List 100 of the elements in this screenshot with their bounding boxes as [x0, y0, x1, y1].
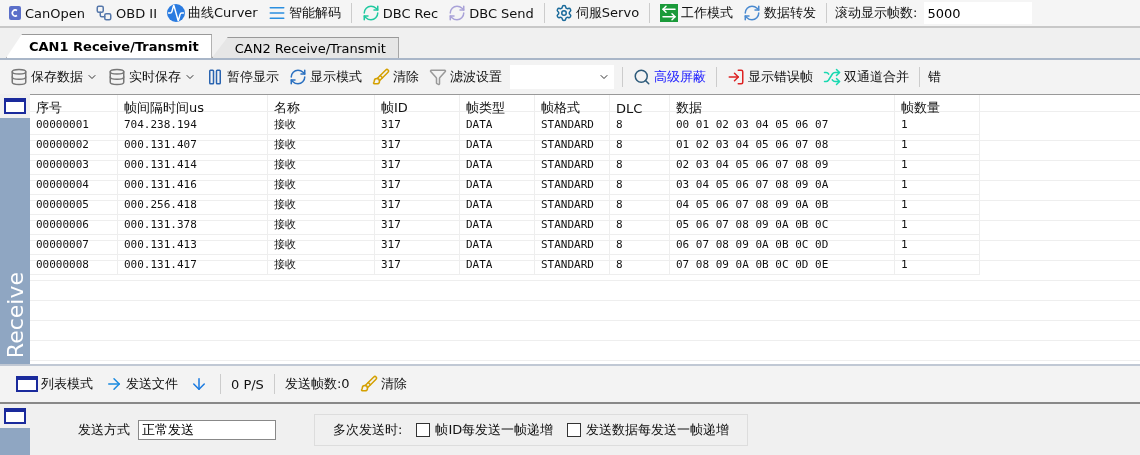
table-cell: 07 08 09 0A 0B 0C 0D 0E — [670, 255, 895, 275]
table-cell: DATA — [460, 155, 535, 175]
tab[interactable]: CAN1 Receive/Transmit — [6, 34, 212, 58]
column-header[interactable]: 帧间隔时间us — [118, 95, 268, 121]
group-label: 多次发送时: — [333, 420, 403, 439]
column-header[interactable]: 序号 — [30, 95, 118, 121]
table-cell: 000.131.416 — [118, 175, 268, 195]
table-cell: STANDARD — [535, 235, 610, 255]
checkbox[interactable] — [416, 422, 431, 437]
menu-button[interactable]: 实时保存 — [106, 68, 198, 86]
toolbar-button[interactable]: 智能解码 — [265, 4, 343, 22]
scroll-count-field[interactable]: 5000 — [923, 2, 1032, 24]
table-cell: 接收 — [268, 155, 375, 175]
table-cell: 06 07 08 09 0A 0B 0C 0D — [670, 235, 895, 255]
column-header[interactable]: 帧ID — [375, 95, 460, 121]
table-cell: 00000005 — [30, 195, 118, 215]
refresh-icon — [361, 4, 380, 22]
table-cell: STANDARD — [535, 155, 610, 175]
table-cell: 接收 — [268, 115, 375, 135]
table-cell: 317 — [375, 175, 460, 195]
table-cell: 接收 — [268, 195, 375, 215]
table-cell: 1 — [895, 215, 980, 235]
side-label: Receive — [2, 271, 28, 358]
pause-icon — [206, 68, 224, 86]
table-cell: 8 — [610, 115, 670, 135]
table-cell: DATA — [460, 115, 535, 135]
table-cell: 00000001 — [30, 115, 118, 135]
checkbox-option[interactable]: 发送数据每发送一帧递增 — [567, 420, 730, 439]
mode-field[interactable]: 正常发送 — [138, 419, 276, 440]
table-cell: 00000003 — [30, 155, 118, 175]
tab[interactable]: CAN2 Receive/Transmit — [211, 37, 399, 58]
table-cell: 1 — [895, 195, 980, 215]
table-cell: 接收 — [268, 135, 375, 155]
table-cell: 接收 — [268, 175, 375, 195]
toolbar-button[interactable]: 伺服Servo — [552, 4, 642, 22]
column-header[interactable]: 帧格式 — [535, 95, 610, 121]
table-cell: DATA — [460, 255, 535, 275]
table-cell: 00000004 — [30, 175, 118, 195]
table-cell: 接收 — [268, 255, 375, 275]
table-cell: 00 01 02 03 04 05 06 07 — [670, 115, 895, 135]
wave-icon — [167, 4, 185, 22]
table-cell: 接收 — [268, 215, 375, 235]
column-header[interactable]: 帧数量 — [895, 95, 980, 121]
database-icon — [10, 68, 28, 86]
table-cell: 1 — [895, 135, 980, 155]
table-cell: 8 — [610, 135, 670, 155]
checkbox[interactable] — [567, 422, 582, 437]
table-cell: STANDARD — [535, 215, 610, 235]
toolbar-button[interactable]: OBD II — [93, 4, 159, 22]
table-cell: DATA — [460, 175, 535, 195]
toolbar-button[interactable]: 清除 — [370, 68, 421, 86]
table-cell: STANDARD — [535, 195, 610, 215]
toolbar-button[interactable]: 滤波设置 — [427, 68, 504, 86]
column-header[interactable]: DLC — [610, 95, 670, 121]
c-logo-icon — [8, 5, 22, 21]
toolbar-button[interactable]: 数据转发 — [741, 4, 819, 22]
status-text: 错 — [928, 68, 941, 86]
table-cell: 8 — [610, 215, 670, 235]
toolbar-link[interactable]: 高级屏蔽 — [631, 68, 708, 86]
toolbar-button[interactable]: 显示模式 — [287, 68, 364, 86]
toolbar-button[interactable]: 发送文件 — [103, 375, 180, 393]
table-cell: 317 — [375, 155, 460, 175]
table-cell: 1 — [895, 155, 980, 175]
status-text: 0 P/S — [231, 376, 264, 392]
toolbar-button[interactable]: 列表模式 — [14, 375, 95, 393]
table-cell: 317 — [375, 255, 460, 275]
table-cell: STANDARD — [535, 115, 610, 135]
table-cell: 000.131.378 — [118, 215, 268, 235]
table-cell: DATA — [460, 215, 535, 235]
table-cell: 00000006 — [30, 215, 118, 235]
table-cell: 000.131.414 — [118, 155, 268, 175]
toolbar-button[interactable]: DBC Send — [446, 4, 536, 22]
refresh-icon — [448, 4, 467, 22]
magnifier-icon — [633, 68, 651, 86]
arrow-icon — [105, 375, 123, 393]
status-text: 发送帧数:0 — [284, 375, 350, 393]
toolbar-button[interactable]: CanOpen — [6, 5, 87, 21]
column-header[interactable]: 数据 — [670, 95, 895, 121]
checkbox-option[interactable]: 帧ID每发送一帧递增 — [416, 420, 554, 439]
window-icon — [4, 97, 26, 115]
toolbar-button[interactable]: 曲线Curver — [165, 4, 260, 22]
table-cell: 1 — [895, 235, 980, 255]
arrows-icon — [660, 4, 679, 22]
column-header[interactable]: 帧类型 — [460, 95, 535, 121]
toolbar-button[interactable]: DBC Rec — [359, 4, 441, 22]
window-icon — [16, 375, 38, 393]
table-cell: 8 — [610, 235, 670, 255]
refresh-icon — [743, 4, 762, 22]
menu-button[interactable]: 保存数据 — [8, 68, 100, 86]
table-cell: 05 06 07 08 09 0A 0B 0C — [670, 215, 895, 235]
filter-icon — [429, 68, 447, 86]
toolbar-button[interactable]: 暂停显示 — [204, 68, 281, 86]
table-cell: 00000007 — [30, 235, 118, 255]
toolbar-button[interactable]: 显示错误帧 — [725, 68, 815, 86]
toolbar-button[interactable]: 双通道合并 — [821, 68, 911, 86]
table-cell: STANDARD — [535, 255, 610, 275]
table-cell: 1 — [895, 175, 980, 195]
toolbar-button[interactable]: 清除 — [357, 375, 409, 393]
table-cell: 8 — [610, 195, 670, 215]
toolbar-button[interactable]: 工作模式 — [658, 4, 736, 22]
